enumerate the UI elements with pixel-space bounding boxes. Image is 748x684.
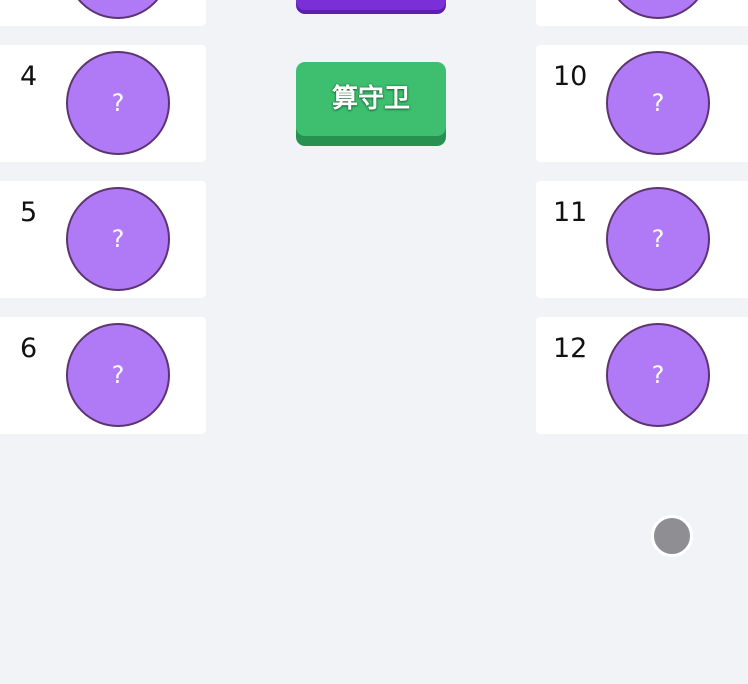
player-avatar[interactable]: ? [66,51,170,155]
player-card-4[interactable]: 4 ? [0,45,206,162]
player-number: 5 [20,197,38,228]
floating-assistive-button[interactable] [651,515,693,557]
unknown-role-icon: ? [111,361,125,389]
player-number: 12 [553,333,588,364]
player-number: 10 [553,61,588,92]
unknown-role-icon: ? [111,89,125,117]
player-card-10[interactable]: 10 ? [536,45,748,162]
player-avatar[interactable] [606,0,710,19]
calculate-guard-button[interactable]: 算守卫 [296,62,446,136]
player-avatar[interactable] [66,0,170,19]
player-number: 6 [20,333,38,364]
unknown-role-icon: ? [111,225,125,253]
player-card-6[interactable]: 6 ? [0,317,206,434]
player-card-5[interactable]: 5 ? [0,181,206,298]
player-number: 4 [20,61,38,92]
action-button-top[interactable] [296,0,446,10]
player-card-3[interactable] [0,0,206,26]
player-card-12[interactable]: 12 ? [536,317,748,434]
player-number: 11 [553,197,588,228]
player-avatar[interactable]: ? [606,323,710,427]
player-card-9[interactable] [536,0,748,26]
player-avatar[interactable]: ? [66,187,170,291]
player-avatar[interactable]: ? [606,51,710,155]
player-avatar[interactable]: ? [606,187,710,291]
player-card-11[interactable]: 11 ? [536,181,748,298]
player-avatar[interactable]: ? [66,323,170,427]
unknown-role-icon: ? [651,89,665,117]
unknown-role-icon: ? [651,225,665,253]
unknown-role-icon: ? [651,361,665,389]
